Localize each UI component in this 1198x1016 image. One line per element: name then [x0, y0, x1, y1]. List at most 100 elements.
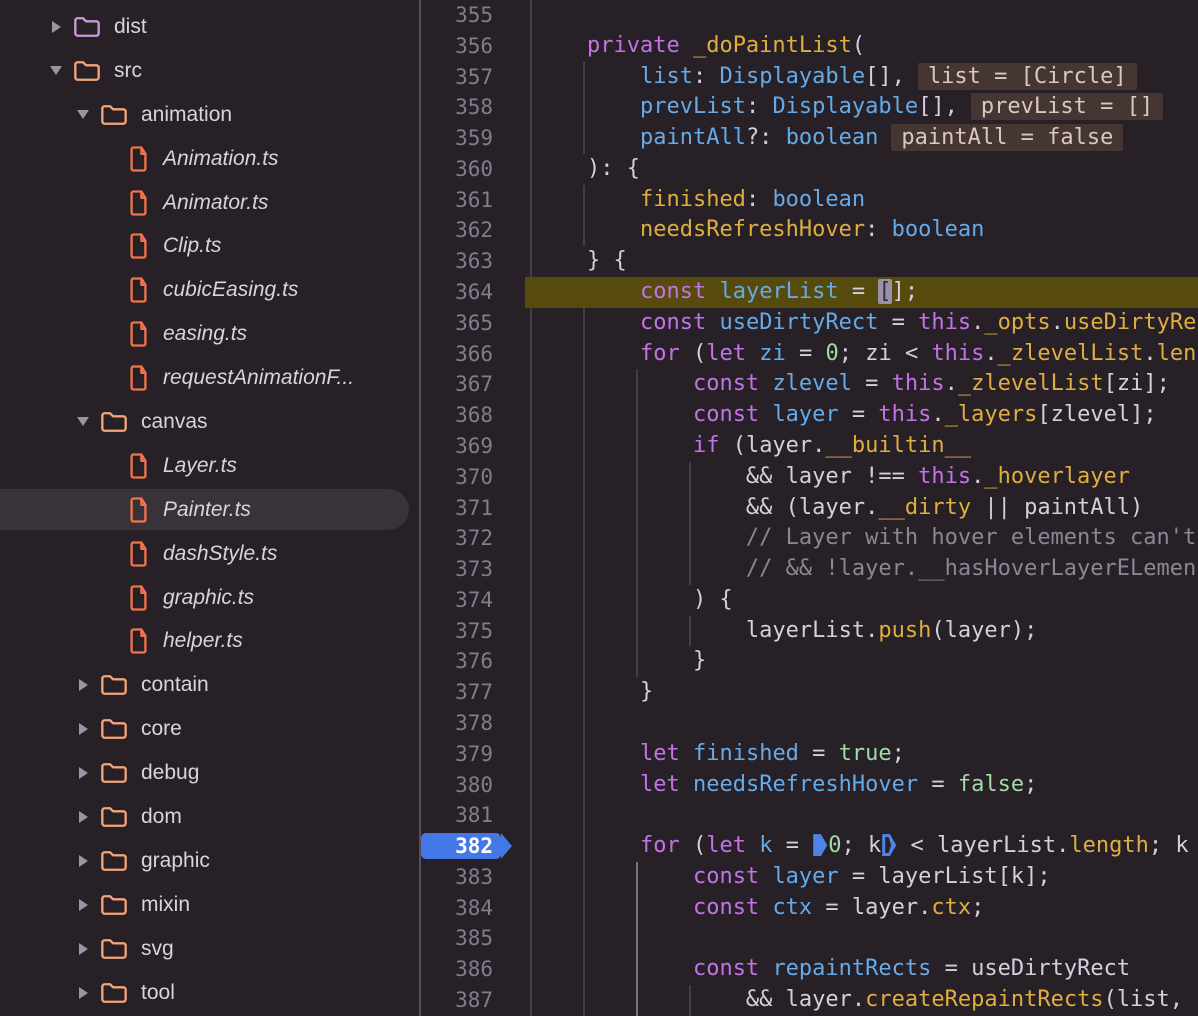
line-number-371[interactable]: 371: [421, 493, 525, 524]
code-content-358[interactable]: prevList: Displayable[],prevList = []: [525, 92, 1198, 123]
code-content-373[interactable]: // && !layer.__hasHoverLayerELemen: [525, 554, 1198, 585]
code-content-355[interactable]: [525, 0, 1198, 31]
line-number-374[interactable]: 374: [421, 585, 525, 616]
code-content-357[interactable]: list: Displayable[],list = [Circle]: [525, 62, 1198, 93]
tree-item-dashstyle-ts[interactable]: dashStyle.ts: [0, 532, 419, 576]
line-number-360[interactable]: 360: [421, 154, 525, 185]
chevron-right-icon[interactable]: [71, 767, 95, 779]
code-content-370[interactable]: && layer !== this._hoverlayer: [525, 462, 1198, 493]
line-number-381[interactable]: 381: [421, 800, 525, 831]
line-number-367[interactable]: 367: [421, 369, 525, 400]
line-number-366[interactable]: 366: [421, 339, 525, 370]
tree-item-graphic[interactable]: graphic: [0, 839, 419, 883]
tree-item-canvas[interactable]: canvas: [0, 400, 419, 444]
code-content-360[interactable]: ): {: [525, 154, 1198, 185]
code-content-371[interactable]: && (layer.__dirty || paintAll): [525, 493, 1198, 524]
line-number-365[interactable]: 365: [421, 308, 525, 339]
line-number-362[interactable]: 362: [421, 215, 525, 246]
tree-item-clip-ts[interactable]: Clip.ts: [0, 224, 419, 268]
chevron-right-icon[interactable]: [71, 811, 95, 823]
code-content-378[interactable]: [525, 708, 1198, 739]
code-content-368[interactable]: const layer = this._layers[zlevel];: [525, 400, 1198, 431]
line-number-372[interactable]: 372: [421, 523, 525, 554]
line-number-380[interactable]: 380: [421, 770, 525, 801]
code-content-387[interactable]: && layer.createRepaintRects(list,: [525, 985, 1198, 1016]
line-number-361[interactable]: 361: [421, 185, 525, 216]
line-number-383[interactable]: 383: [421, 862, 525, 893]
tree-item-painter-ts[interactable]: Painter.ts: [0, 488, 419, 532]
code-content-383[interactable]: const layer = layerList[k];: [525, 862, 1198, 893]
line-number-377[interactable]: 377: [421, 677, 525, 708]
line-number-359[interactable]: 359: [421, 123, 525, 154]
line-number-379[interactable]: 379: [421, 739, 525, 770]
code-content-386[interactable]: const repaintRects = useDirtyRect: [525, 954, 1198, 985]
code-content-376[interactable]: }: [525, 646, 1198, 677]
tree-item-dist[interactable]: dist: [0, 5, 419, 49]
line-number-369[interactable]: 369: [421, 431, 525, 462]
tree-item-core[interactable]: core: [0, 707, 419, 751]
tree-item-tool[interactable]: tool: [0, 971, 419, 1015]
code-content-379[interactable]: let finished = true;: [525, 739, 1198, 770]
code-content-377[interactable]: }: [525, 677, 1198, 708]
line-number-386[interactable]: 386: [421, 954, 525, 985]
code-content-382[interactable]: for (let k = 0; k < layerList.length; k: [525, 831, 1198, 862]
line-number-357[interactable]: 357: [421, 62, 525, 93]
tree-item-cubiceasing-ts[interactable]: cubicEasing.ts: [0, 268, 419, 312]
tree-item-easing-ts[interactable]: easing.ts: [0, 312, 419, 356]
line-number-385[interactable]: 385: [421, 923, 525, 954]
chevron-down-icon[interactable]: [71, 110, 95, 119]
chevron-right-icon[interactable]: [71, 899, 95, 911]
code-content-381[interactable]: [525, 800, 1198, 831]
line-number-355[interactable]: 355: [421, 0, 525, 31]
line-number-370[interactable]: 370: [421, 462, 525, 493]
tree-item-svg[interactable]: svg: [0, 927, 419, 971]
code-content-362[interactable]: needsRefreshHover: boolean: [525, 215, 1198, 246]
code-content-372[interactable]: // Layer with hover elements can't: [525, 523, 1198, 554]
code-content-375[interactable]: layerList.push(layer);: [525, 616, 1198, 647]
line-number-378[interactable]: 378: [421, 708, 525, 739]
chevron-right-icon[interactable]: [71, 987, 95, 999]
tree-item-animator-ts[interactable]: Animator.ts: [0, 181, 419, 225]
code-content-364[interactable]: const layerList = [];: [525, 277, 1198, 308]
code-content-374[interactable]: ) {: [525, 585, 1198, 616]
tree-item-mixin[interactable]: mixin: [0, 883, 419, 927]
tree-item-dom[interactable]: dom: [0, 795, 419, 839]
tree-item-requestanimationf[interactable]: requestAnimationF...: [0, 356, 419, 400]
tree-item-src[interactable]: src: [0, 49, 419, 93]
line-number-373[interactable]: 373: [421, 554, 525, 585]
code-content-359[interactable]: paintAll?: booleanpaintAll = false: [525, 123, 1198, 154]
chevron-down-icon[interactable]: [71, 417, 95, 426]
code-content-367[interactable]: const zlevel = this._zlevelList[zi];: [525, 369, 1198, 400]
code-content-365[interactable]: const useDirtyRect = this._opts.useDirty…: [525, 308, 1198, 339]
line-number-356[interactable]: 356: [421, 31, 525, 62]
code-content-385[interactable]: [525, 923, 1198, 954]
tree-item-debug[interactable]: debug: [0, 751, 419, 795]
tree-item-layer-ts[interactable]: Layer.ts: [0, 444, 419, 488]
tree-item-helper-ts[interactable]: helper.ts: [0, 619, 419, 663]
chevron-right-icon[interactable]: [71, 723, 95, 735]
chevron-right-icon[interactable]: [44, 21, 68, 33]
line-number-364[interactable]: 364: [421, 277, 525, 308]
code-content-363[interactable]: } {: [525, 246, 1198, 277]
chevron-right-icon[interactable]: [71, 943, 95, 955]
line-number-368[interactable]: 368: [421, 400, 525, 431]
tree-item-graphic-ts[interactable]: graphic.ts: [0, 576, 419, 620]
tree-item-contain[interactable]: contain: [0, 663, 419, 707]
chevron-down-icon[interactable]: [44, 66, 68, 75]
tree-item-animation-ts[interactable]: Animation.ts: [0, 137, 419, 181]
code-content-356[interactable]: private _doPaintList(: [525, 31, 1198, 62]
line-number-363[interactable]: 363: [421, 246, 525, 277]
code-content-369[interactable]: if (layer.__builtin__: [525, 431, 1198, 462]
chevron-right-icon[interactable]: [71, 855, 95, 867]
chevron-right-icon[interactable]: [71, 679, 95, 691]
line-number-376[interactable]: 376: [421, 646, 525, 677]
code-content-384[interactable]: const ctx = layer.ctx;: [525, 893, 1198, 924]
tree-item-animation[interactable]: animation: [0, 93, 419, 137]
code-content-380[interactable]: let needsRefreshHover = false;: [525, 770, 1198, 801]
line-number-384[interactable]: 384: [421, 893, 525, 924]
line-number-358[interactable]: 358: [421, 92, 525, 123]
line-number-375[interactable]: 375: [421, 616, 525, 647]
line-number-387[interactable]: 387: [421, 985, 525, 1016]
code-content-361[interactable]: finished: boolean: [525, 185, 1198, 216]
code-content-366[interactable]: for (let zi = 0; zi < this._zlevelList.l…: [525, 339, 1198, 370]
